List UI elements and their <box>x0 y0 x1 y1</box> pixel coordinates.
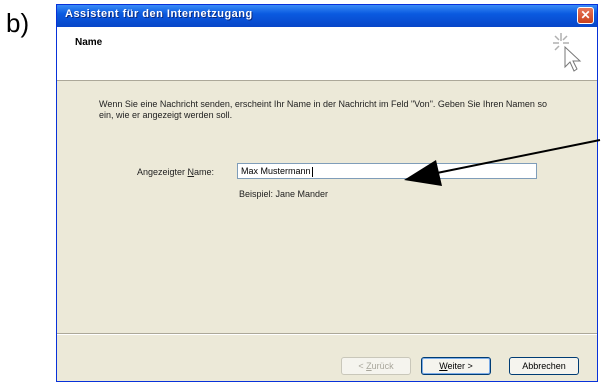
close-button[interactable]: ✕ <box>577 7 594 24</box>
button-separator <box>57 333 597 335</box>
wizard-header: Name <box>57 27 597 81</box>
figure-label: b) <box>6 8 30 38</box>
wizard-cursor-icon <box>553 33 582 72</box>
page-title: Name <box>75 37 103 48</box>
next-button[interactable]: Weiter > <box>421 357 491 375</box>
example-text: Beispiel: Jane Mander <box>239 189 329 199</box>
display-name-label: Angezeigter Name: <box>137 167 215 177</box>
wizard-dialog: Assistent für den Internetzugang ✕ Name … <box>56 4 598 382</box>
cancel-button[interactable]: Abbrechen <box>509 357 579 375</box>
close-icon: ✕ <box>580 8 591 22</box>
back-button[interactable]: < Zurück <box>341 357 411 375</box>
window-title: Assistent für den Internetzugang <box>65 8 253 20</box>
title-bar[interactable]: Assistent für den Internetzugang ✕ <box>57 5 597 27</box>
wizard-body: Wenn Sie eine Nachricht senden, erschein… <box>57 81 597 333</box>
display-name-input[interactable]: Max Mustermann <box>237 163 537 179</box>
description-text: Wenn Sie eine Nachricht senden, erschein… <box>99 99 547 120</box>
